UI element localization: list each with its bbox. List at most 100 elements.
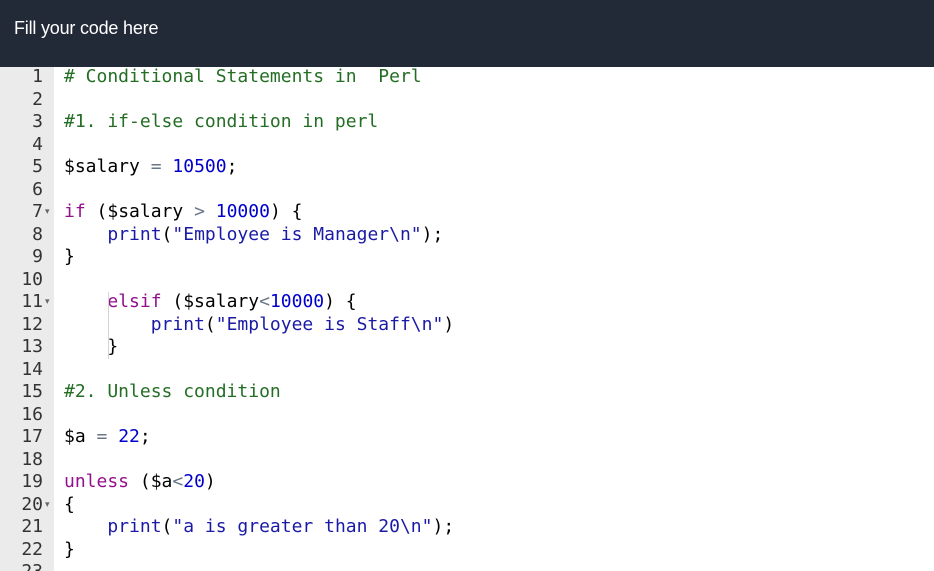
code-token: print	[107, 516, 162, 537]
code-token: <	[259, 291, 270, 312]
code-token: );	[421, 223, 444, 245]
code-text[interactable]: print("a is greater than 20\n");	[64, 516, 454, 539]
code-token: print	[107, 223, 162, 245]
page-title: Fill your code here	[14, 18, 159, 38]
code-line[interactable]: 22}	[0, 539, 934, 562]
code-line[interactable]: 21 print("a is greater than 20\n");	[0, 516, 934, 539]
code-text[interactable]: }	[64, 336, 118, 359]
code-token: 10500	[172, 156, 227, 177]
code-token: $a	[64, 426, 97, 447]
code-token: ) {	[269, 201, 303, 222]
code-line[interactable]: 5 $salary = 10500;	[0, 156, 934, 179]
code-token: );	[432, 516, 455, 537]
line-number: 6	[32, 178, 43, 200]
code-token: # Conditional Statements in Perl	[64, 67, 422, 87]
code-token: 20	[183, 471, 205, 492]
code-line[interactable]: 9}	[0, 246, 934, 269]
code-text[interactable]: }	[64, 539, 75, 562]
code-line[interactable]: 14	[0, 359, 934, 382]
code-text[interactable]: #2. Unless condition	[64, 381, 281, 404]
code-text[interactable]: $salary = 10500;	[64, 156, 237, 179]
line-number: 22	[21, 538, 43, 560]
code-text[interactable]: print("Employee is Staff\n")	[64, 314, 454, 337]
code-line[interactable]: 1 # Conditional Statements in Perl	[0, 67, 934, 89]
indent-guide	[108, 292, 109, 359]
code-editor[interactable]: 1 # Conditional Statements in Perl 2 3 #1. i…	[0, 67, 934, 571]
code-token: "Employee is Manager\n"	[172, 223, 422, 245]
code-token: $salary	[64, 156, 151, 177]
code-text[interactable]: # Conditional Statements in Perl	[64, 67, 422, 89]
line-number: 3	[32, 111, 43, 132]
line-number: 19	[21, 471, 43, 492]
code-token: 10000	[269, 291, 325, 312]
code-line[interactable]: 2	[0, 89, 934, 112]
line-number: 21	[21, 516, 43, 537]
code-token: ;	[139, 426, 151, 447]
line-number: 9	[32, 246, 43, 267]
code-token: )	[443, 313, 455, 335]
line-number: 11	[21, 291, 43, 312]
code-line[interactable]: 6	[0, 179, 934, 202]
code-text[interactable]: }	[64, 246, 75, 269]
code-line[interactable]: 7 ▾ if ($salary > 10000) {	[0, 201, 934, 224]
code-line[interactable]: 23	[0, 561, 934, 571]
code-text[interactable]: #1. if-else condition in perl	[64, 111, 378, 134]
line-number: 4	[32, 133, 43, 155]
code-line[interactable]: 19 unless ($a<20)	[0, 471, 934, 494]
code-line[interactable]: 10	[0, 269, 934, 292]
line-number: 17	[21, 426, 43, 447]
code-line[interactable]: 15 #2. Unless condition	[0, 381, 934, 404]
code-token: #2. Unless condition	[64, 381, 281, 402]
line-number: 16	[21, 403, 43, 425]
fold-toggle-icon[interactable]: ▾	[45, 494, 54, 517]
line-number: 23	[0, 561, 43, 571]
code-token: ($a	[129, 471, 173, 492]
code-line[interactable]: 3 #1. if-else condition in perl	[0, 111, 934, 134]
code-token: }	[64, 336, 119, 357]
fold-toggle-icon[interactable]: ▾	[45, 291, 54, 314]
code-token: #1. if-else condition in perl	[64, 111, 379, 132]
code-token: elsif	[107, 291, 162, 312]
code-token: =	[96, 426, 108, 447]
code-line[interactable]: 12 print("Employee is Staff\n")	[0, 314, 934, 337]
line-number: 10	[21, 268, 43, 290]
code-text[interactable]: $a = 22;	[64, 426, 151, 449]
line-number: 14	[21, 358, 43, 380]
line-number: 2	[32, 88, 43, 110]
code-line[interactable]: 13 }	[0, 336, 934, 359]
code-token: {	[64, 493, 75, 515]
line-number: 1	[32, 67, 43, 87]
code-token: )	[204, 471, 216, 492]
code-token: ($salary	[85, 201, 195, 222]
code-line[interactable]: 16	[0, 404, 934, 427]
code-line[interactable]: 8 print("Employee is Manager\n");	[0, 224, 934, 247]
code-line[interactable]: 17 $a = 22;	[0, 426, 934, 449]
code-token: }	[64, 246, 75, 267]
code-token: "a is greater than 20\n"	[172, 516, 433, 537]
code-text[interactable]: print("Employee is Manager\n");	[64, 224, 443, 247]
code-token: unless	[64, 471, 130, 492]
line-number: 8	[32, 223, 43, 245]
code-line[interactable]: 20 ▾ {	[0, 494, 934, 517]
code-line[interactable]: 11 ▾ elsif ($salary<10000) {	[0, 291, 934, 314]
code-line[interactable]: 4	[0, 134, 934, 157]
code-line[interactable]: 18	[0, 449, 934, 472]
code-token: >	[194, 201, 205, 222]
line-number: 12	[21, 313, 43, 335]
code-token: 22	[118, 426, 140, 447]
code-token: ($salary	[161, 291, 260, 312]
line-number: 5	[32, 156, 43, 177]
code-text[interactable]: if ($salary > 10000) {	[64, 201, 302, 224]
code-token: =	[150, 156, 162, 177]
code-token: 10000	[215, 201, 270, 222]
code-text[interactable]: {	[64, 494, 75, 517]
code-text[interactable]: unless ($a<20)	[64, 471, 216, 494]
line-number: 18	[21, 448, 43, 470]
fold-toggle-icon[interactable]: ▾	[45, 201, 54, 224]
header-bar: Fill your code here	[0, 0, 934, 67]
